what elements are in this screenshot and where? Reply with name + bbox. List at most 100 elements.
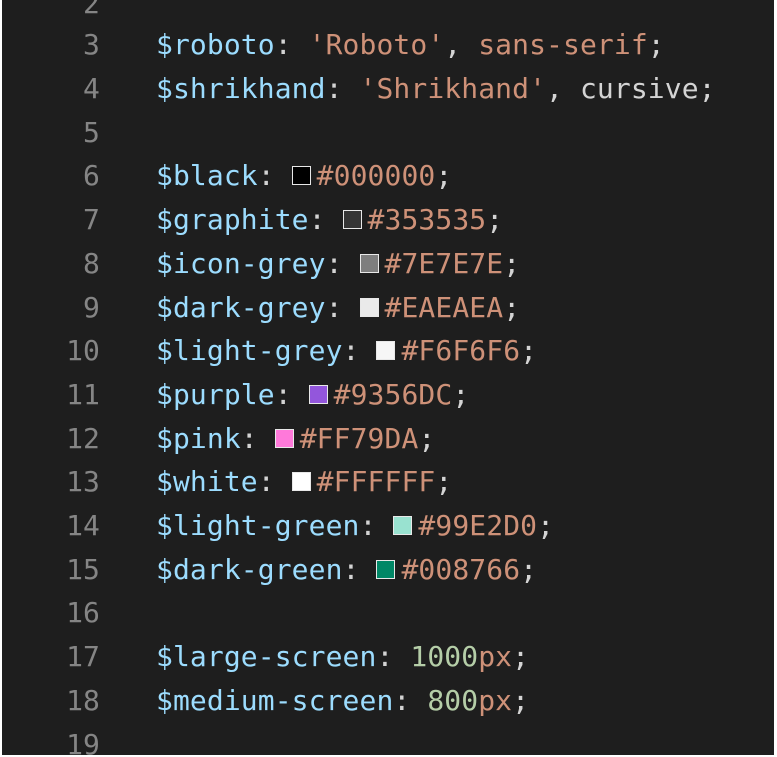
color-swatch-icon[interactable] xyxy=(308,384,328,404)
font-keyword: cursive xyxy=(579,72,699,106)
code-content: $purple: #9356DC; xyxy=(156,377,470,411)
line-number: 12 xyxy=(66,421,100,455)
code-content: $shrikhand: 'Shrikhand', cursive; xyxy=(156,72,716,106)
hex-value: #FF79DA xyxy=(299,421,419,455)
variable-name: $white xyxy=(156,465,258,499)
variable-name: $shrikhand xyxy=(156,72,326,106)
variable-name: $purple xyxy=(156,377,275,411)
semicolon: ; xyxy=(503,290,521,324)
code-content: $large-screen: 1000 px; xyxy=(156,640,530,674)
color-swatch-icon[interactable] xyxy=(291,472,311,492)
code-line: 13 $white: #FFFFFF; xyxy=(2,460,774,504)
line-number: 8 xyxy=(83,246,100,280)
code-line: 19 xyxy=(2,722,774,755)
hex-value: #F6F6F6 xyxy=(401,334,521,368)
hex-value: #99E2D0 xyxy=(418,509,538,543)
variable-name: $dark-grey xyxy=(156,290,326,324)
number-literal: 800 xyxy=(427,683,479,717)
hex-value: #008766 xyxy=(401,552,521,586)
number-literal: 1000 xyxy=(410,640,479,674)
unit-literal: px xyxy=(478,640,513,674)
code-content: $light-green: #99E2D0; xyxy=(156,509,555,543)
code-line: 6 $black: #000000; xyxy=(2,154,774,198)
code-line: 10 $light-grey: #F6F6F6; xyxy=(2,329,774,373)
line-number: 18 xyxy=(66,683,100,717)
variable-name: $medium-screen xyxy=(156,683,394,717)
code-line: 3 $roboto: 'Roboto', sans-serif; xyxy=(2,23,774,67)
variable-name: $light-grey xyxy=(156,334,343,368)
semicolon: ; xyxy=(647,28,665,62)
code-line: 12 $pink: #FF79DA; xyxy=(2,416,774,460)
line-number: 2 xyxy=(83,0,100,21)
semicolon: ; xyxy=(435,159,453,193)
variable-name: $roboto xyxy=(156,28,275,62)
semicolon: ; xyxy=(486,203,504,237)
variable-name: $icon-grey xyxy=(156,246,326,280)
code-line: 5 xyxy=(2,110,774,154)
semicolon: ; xyxy=(503,246,521,280)
hex-value: #7E7E7E xyxy=(384,246,504,280)
semicolon: ; xyxy=(520,552,538,586)
color-swatch-icon[interactable] xyxy=(359,253,379,273)
semicolon: ; xyxy=(452,377,470,411)
code-line: 18 $medium-screen: 800 px; xyxy=(2,679,774,723)
code-line: 7 $graphite: #353535; xyxy=(2,198,774,242)
code-content: $white: #FFFFFF; xyxy=(156,465,453,499)
line-number: 4 xyxy=(83,72,100,106)
code-line: 17 $large-screen: 1000 px; xyxy=(2,635,774,679)
hex-value: #EAEAEA xyxy=(384,290,504,324)
code-line: 16 xyxy=(2,591,774,635)
code-content: $roboto: 'Roboto', sans-serif; xyxy=(156,28,665,62)
code-editor[interactable]: 2 3 $roboto: 'Roboto', sans-serif; 4 $sh… xyxy=(2,0,774,755)
line-number: 6 xyxy=(83,159,100,193)
code-content: $pink: #FF79DA; xyxy=(156,421,436,455)
color-swatch-icon[interactable] xyxy=(342,210,362,230)
code-content: $icon-grey: #7E7E7E; xyxy=(156,246,521,280)
semicolon: ; xyxy=(520,334,538,368)
variable-name: $black xyxy=(156,159,258,193)
line-number: 19 xyxy=(66,727,100,755)
line-number: 10 xyxy=(66,334,100,368)
semicolon: ; xyxy=(512,640,530,674)
code-line: 2 xyxy=(2,0,774,26)
code-content: $medium-screen: 800 px; xyxy=(156,683,530,717)
variable-name: $graphite xyxy=(156,203,309,237)
code-content: $black: #000000; xyxy=(156,159,453,193)
code-line: 15 $dark-green: #008766; xyxy=(2,547,774,591)
code-line: 14 $light-green: #99E2D0; xyxy=(2,504,774,548)
hex-value: #9356DC xyxy=(333,377,453,411)
string-literal: 'Roboto' xyxy=(308,28,445,62)
variable-name: $dark-green xyxy=(156,552,343,586)
string-literal: 'Shrikhand' xyxy=(359,72,547,106)
line-number: 17 xyxy=(66,640,100,674)
font-keyword: sans-serif xyxy=(478,28,648,62)
color-swatch-icon[interactable] xyxy=(274,428,294,448)
semicolon: ; xyxy=(435,465,453,499)
line-number: 14 xyxy=(66,509,100,543)
color-swatch-icon[interactable] xyxy=(393,516,413,536)
hex-value: #FFFFFF xyxy=(316,465,436,499)
code-content: $dark-grey: #EAEAEA; xyxy=(156,290,521,324)
color-swatch-icon[interactable] xyxy=(291,166,311,186)
line-number: 16 xyxy=(66,596,100,630)
color-swatch-icon[interactable] xyxy=(376,341,396,361)
color-swatch-icon[interactable] xyxy=(376,559,396,579)
line-number: 13 xyxy=(66,465,100,499)
semicolon: ; xyxy=(512,683,530,717)
line-number: 11 xyxy=(66,377,100,411)
code-content: $graphite: #353535; xyxy=(156,203,504,237)
hex-value: #353535 xyxy=(367,203,487,237)
variable-name: $large-screen xyxy=(156,640,377,674)
code-line: 8 $icon-grey: #7E7E7E; xyxy=(2,242,774,286)
unit-literal: px xyxy=(478,683,513,717)
code-content: $light-grey: #F6F6F6; xyxy=(156,334,538,368)
semicolon: ; xyxy=(537,509,555,543)
variable-name: $light-green xyxy=(156,509,360,543)
code-line: 9 $dark-grey: #EAEAEA; xyxy=(2,285,774,329)
line-number: 7 xyxy=(83,203,100,237)
color-swatch-icon[interactable] xyxy=(359,297,379,317)
line-number: 3 xyxy=(83,28,100,62)
code-line: 4 $shrikhand: 'Shrikhand', cursive; xyxy=(2,67,774,111)
semicolon: ; xyxy=(418,421,436,455)
hex-value: #000000 xyxy=(316,159,436,193)
